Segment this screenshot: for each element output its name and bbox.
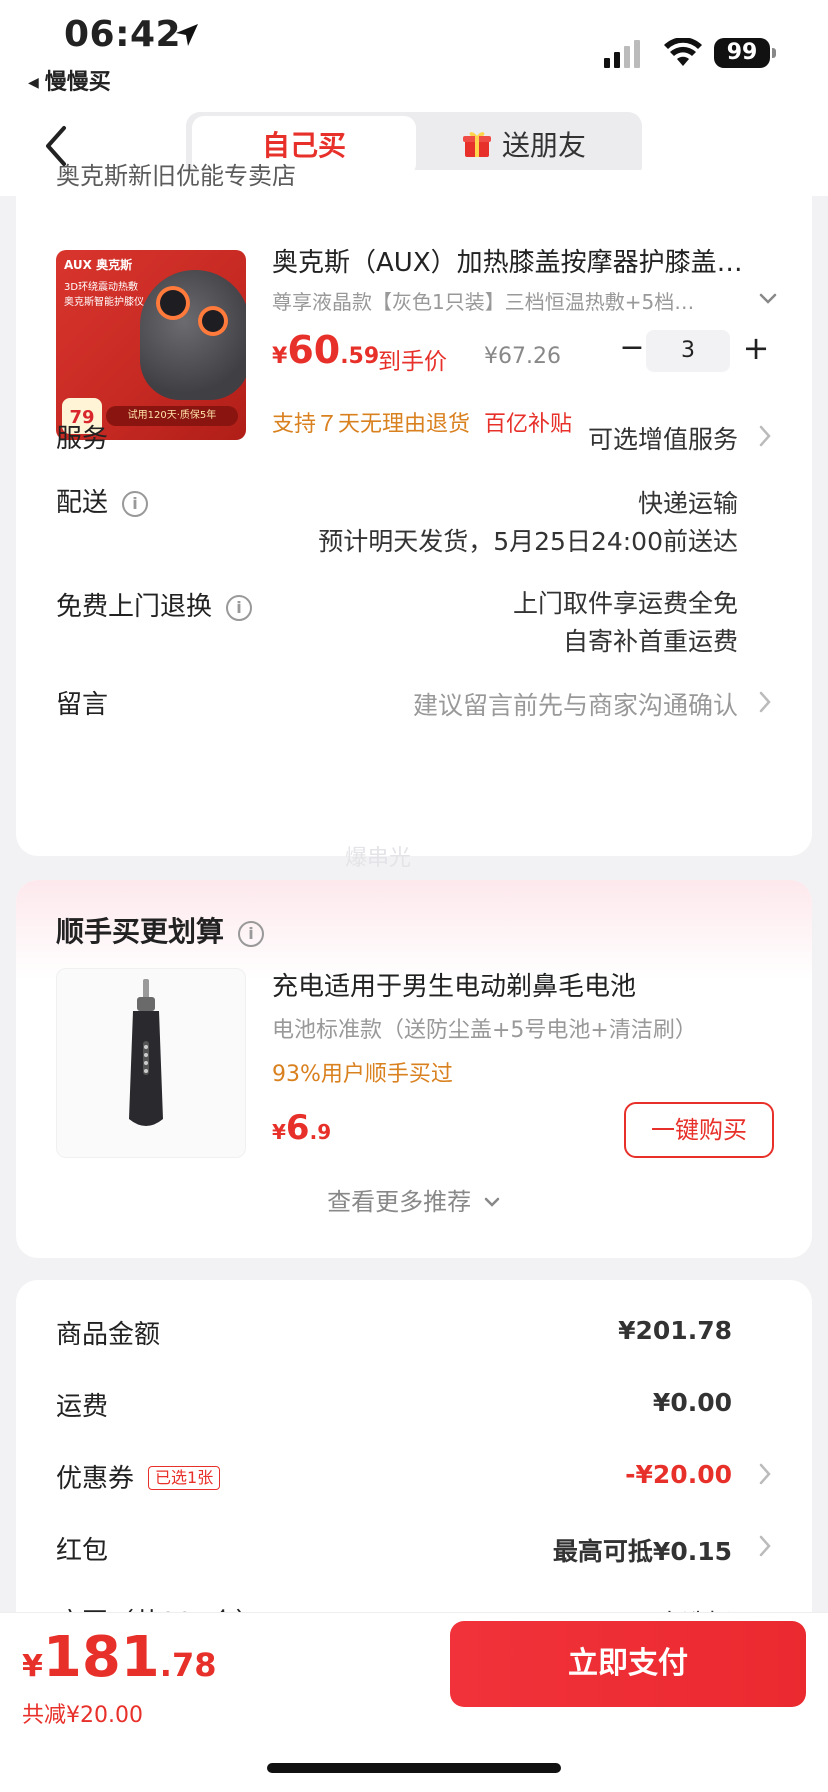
knee-massager-illustration (140, 270, 246, 400)
price-currency: ¥ (272, 344, 288, 369)
red-packet-label: 红包 (56, 1536, 109, 1566)
shipping-label: 运费 (56, 1392, 109, 1422)
free-return-label: 免费上门退换 i (56, 586, 253, 623)
back-to-app-link[interactable]: ◀ 慢慢买 (28, 64, 111, 96)
total-price: ¥181.78 (22, 1625, 216, 1690)
nose-trimmer-illustration (129, 979, 163, 1126)
product-image-promo: 3D环绕震动热敷 奥克斯智能护膝仪 (64, 280, 144, 310)
watermark: 爆串光 (345, 846, 412, 871)
total-decimal: .78 (159, 1646, 217, 1684)
chevron-down-icon (484, 1197, 500, 1207)
total-discount: 共减¥20.00 (22, 1703, 143, 1728)
original-price: ¥67.26 (484, 344, 561, 369)
cellular-signal-icon (604, 40, 640, 68)
checkout-bar: ¥181.78 共减¥20.00 立即支付 (0, 1612, 828, 1792)
price-integer: 6 (285, 1108, 310, 1148)
coupon-label: 优惠券 已选1张 (56, 1458, 221, 1495)
total-currency: ¥ (22, 1649, 43, 1684)
coupon-label-text: 优惠券 (56, 1464, 135, 1494)
status-time: 06:42 (64, 14, 182, 55)
info-icon[interactable]: i (238, 921, 265, 947)
price-decimal: .9 (309, 1120, 332, 1144)
delivery-label-text: 配送 (56, 488, 109, 518)
product-title[interactable]: 奥克斯（AUX）加热膝盖按摩器护膝盖… (272, 242, 792, 279)
product-spec[interactable]: 尊享液晶款【灰色1只装】三档恒温热敷+5档… (272, 286, 732, 315)
recommendation-card: 顺手买更划算 i 充电适用于男生电动剃鼻毛电池 电池标准款（送防尘盖+5号电池+清… (16, 880, 812, 1258)
product-image[interactable]: AUX 奥克斯 3D环绕震动热敷 奥克斯智能护膝仪 79 试用120天·质保5年 (56, 250, 246, 440)
tab-gift-to-friend[interactable]: 送朋友 (412, 116, 636, 176)
recommendation-title-text: 顺手买更划算 (56, 915, 225, 948)
recommended-product-title[interactable]: 充电适用于男生电动剃鼻毛电池 (272, 966, 636, 1003)
quantity-increase-button[interactable]: + (736, 326, 776, 370)
tab-gift-to-friend-label: 送朋友 (501, 129, 586, 162)
see-more-recommendations[interactable]: 查看更多推荐 (16, 1182, 812, 1217)
red-packet-value: 最高可抵¥0.15 (552, 1537, 732, 1566)
message-label: 留言 (56, 690, 109, 720)
wifi-icon (664, 38, 702, 66)
chevron-right-icon (759, 1463, 771, 1485)
status-bar: 06:42 ◀ 慢慢买 99 (0, 0, 828, 96)
goods-amount-label: 商品金额 (56, 1320, 161, 1350)
service-value: 可选增值服务 (587, 425, 738, 454)
see-more-label: 查看更多推荐 (327, 1188, 472, 1216)
delivery-method: 快递运输 (637, 489, 738, 518)
product-image-brand: AUX 奥克斯 (64, 258, 133, 272)
product-price: ¥60.59 (272, 328, 379, 372)
message-placeholder: 建议留言前先与商家沟通确认 (412, 691, 738, 720)
chevron-right-icon (759, 1535, 771, 1557)
subsidy-tag: 百亿补贴 (484, 412, 573, 437)
delivery-estimate: 预计明天发货，5月25日24:00前送达 (318, 527, 738, 556)
battery-indicator: 99 (714, 38, 776, 68)
store-name: 奥克斯新旧优能专卖店 (56, 162, 296, 190)
location-arrow-icon (176, 24, 198, 46)
free-return-value-2: 自寄补首重运费 (562, 627, 738, 656)
chevron-down-icon[interactable] (758, 292, 778, 306)
free-return-label-text: 免费上门退换 (56, 592, 213, 622)
order-item-card: 奥克斯新旧优能专卖店 AUX 奥克斯 3D环绕震动热敷 奥克斯智能护膝仪 79 … (16, 162, 812, 856)
coupon-value: -¥20.00 (625, 1460, 732, 1489)
chevron-right-icon (759, 691, 771, 713)
back-app-label: 慢慢买 (44, 70, 111, 95)
return-policy-tag: 支持７天无理由退货 (272, 412, 471, 437)
pay-now-button[interactable]: 立即支付 (450, 1621, 806, 1707)
recommended-product-image[interactable] (56, 968, 246, 1158)
recommended-product-stat: 93%用户顺手买过 (272, 1062, 453, 1087)
price-label: 到手价 (378, 349, 447, 375)
recommended-product-spec: 电池标准款（送防尘盖+5号电池+清洁刷） (272, 1018, 697, 1043)
delivery-label: 配送 i (56, 482, 149, 519)
product-tags: 支持７天无理由退货 百亿补贴 (272, 406, 572, 438)
coupon-selected-badge: 已选1张 (148, 1466, 221, 1490)
home-indicator[interactable] (267, 1763, 561, 1773)
info-icon[interactable]: i (226, 595, 253, 621)
price-currency: ¥ (272, 1120, 286, 1144)
product-image-strip: 试用120天·质保5年 (106, 406, 238, 426)
quantity-input[interactable]: 3 (646, 330, 730, 372)
service-label: 服务 (56, 424, 109, 454)
recommendation-title: 顺手买更划算 i (56, 910, 265, 950)
total-integer: 181 (42, 1625, 160, 1690)
one-click-buy-button[interactable]: 一键购买 (624, 1102, 774, 1158)
back-triangle-icon: ◀ (28, 75, 39, 91)
chevron-right-icon (759, 425, 771, 447)
shipping-value: ¥0.00 (652, 1388, 732, 1417)
free-return-value-1: 上门取件享运费全免 (512, 589, 738, 618)
recommended-product-price: ¥6.9 (272, 1108, 331, 1148)
gift-icon (462, 132, 491, 157)
info-icon[interactable]: i (122, 491, 149, 517)
product-image-promo-line: 3D环绕震动热敷 (64, 282, 139, 293)
product-image-promo-line: 奥克斯智能护膝仪 (64, 297, 144, 308)
goods-amount-value: ¥201.78 (618, 1316, 732, 1345)
price-decimal: .59 (340, 344, 380, 369)
price-integer: 60 (287, 328, 341, 372)
